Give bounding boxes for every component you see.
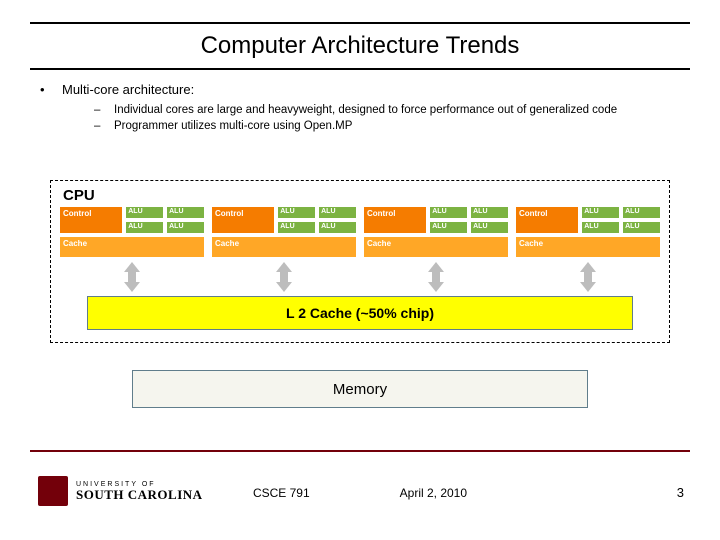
top-rule	[30, 22, 690, 24]
title-underline	[30, 68, 690, 70]
slide-body: • Multi-core architecture: – Individual …	[40, 82, 680, 134]
sub-bullet: – Programmer utilizes multi-core using O…	[94, 119, 680, 135]
control-unit: Control	[515, 206, 579, 234]
alu-unit: ALU	[125, 206, 164, 219]
alu-unit: ALU	[470, 206, 509, 219]
alu-unit: ALU	[429, 206, 468, 219]
slide-date: April 2, 2010	[400, 486, 467, 500]
alu-unit: ALU	[622, 206, 661, 219]
sub-bullet-dash: –	[94, 103, 114, 119]
arrows-row	[59, 260, 661, 294]
bullet-main: • Multi-core architecture:	[40, 82, 680, 97]
bidirectional-arrow-icon	[580, 262, 596, 292]
l1-cache: Cache	[59, 236, 205, 258]
bidirectional-arrow-icon	[124, 262, 140, 292]
cpu-label: CPU	[63, 187, 661, 204]
control-unit: Control	[363, 206, 427, 234]
alu-unit: ALU	[581, 206, 620, 219]
bidirectional-arrow-icon	[428, 262, 444, 292]
bidirectional-arrow-icon	[276, 262, 292, 292]
course-code: CSCE 791	[253, 486, 310, 500]
footer-rule	[30, 450, 690, 452]
alu-unit: ALU	[622, 221, 661, 234]
alu-unit: ALU	[429, 221, 468, 234]
sub-bullet-list: – Individual cores are large and heavywe…	[94, 103, 680, 134]
alu-unit: ALU	[318, 221, 357, 234]
sub-bullet-text: Programmer utilizes multi-core using Ope…	[114, 119, 352, 135]
alu-unit: ALU	[318, 206, 357, 219]
alu-unit: ALU	[166, 221, 205, 234]
memory-box: Memory	[132, 370, 588, 408]
sub-bullet-text: Individual cores are large and heavyweig…	[114, 103, 617, 119]
l1-cache: Cache	[515, 236, 661, 258]
core-block: Control ALU ALU ALU ALU Cache	[515, 206, 661, 258]
footer-center: CSCE 791 April 2, 2010	[0, 486, 720, 500]
core-block: Control ALU ALU ALU ALU Cache	[363, 206, 509, 258]
sub-bullet: – Individual cores are large and heavywe…	[94, 103, 680, 119]
control-unit: Control	[59, 206, 123, 234]
page-number: 3	[677, 485, 684, 500]
alu-unit: ALU	[166, 206, 205, 219]
bullet-main-text: Multi-core architecture:	[62, 82, 194, 97]
alu-unit: ALU	[277, 221, 316, 234]
cores-row: Control ALU ALU ALU ALU Cache Control AL…	[59, 206, 661, 258]
alu-unit: ALU	[125, 221, 164, 234]
bullet-dot: •	[40, 82, 62, 97]
sub-bullet-dash: –	[94, 119, 114, 135]
alu-unit: ALU	[470, 221, 509, 234]
slide-title: Computer Architecture Trends	[0, 32, 720, 60]
core-block: Control ALU ALU ALU ALU Cache	[59, 206, 205, 258]
core-block: Control ALU ALU ALU ALU Cache	[211, 206, 357, 258]
alu-unit: ALU	[277, 206, 316, 219]
l2-cache-box: L 2 Cache (~50% chip)	[87, 296, 633, 330]
alu-unit: ALU	[581, 221, 620, 234]
control-unit: Control	[211, 206, 275, 234]
l1-cache: Cache	[211, 236, 357, 258]
l1-cache: Cache	[363, 236, 509, 258]
cpu-diagram: CPU Control ALU ALU ALU ALU Cache Contro…	[50, 180, 670, 343]
